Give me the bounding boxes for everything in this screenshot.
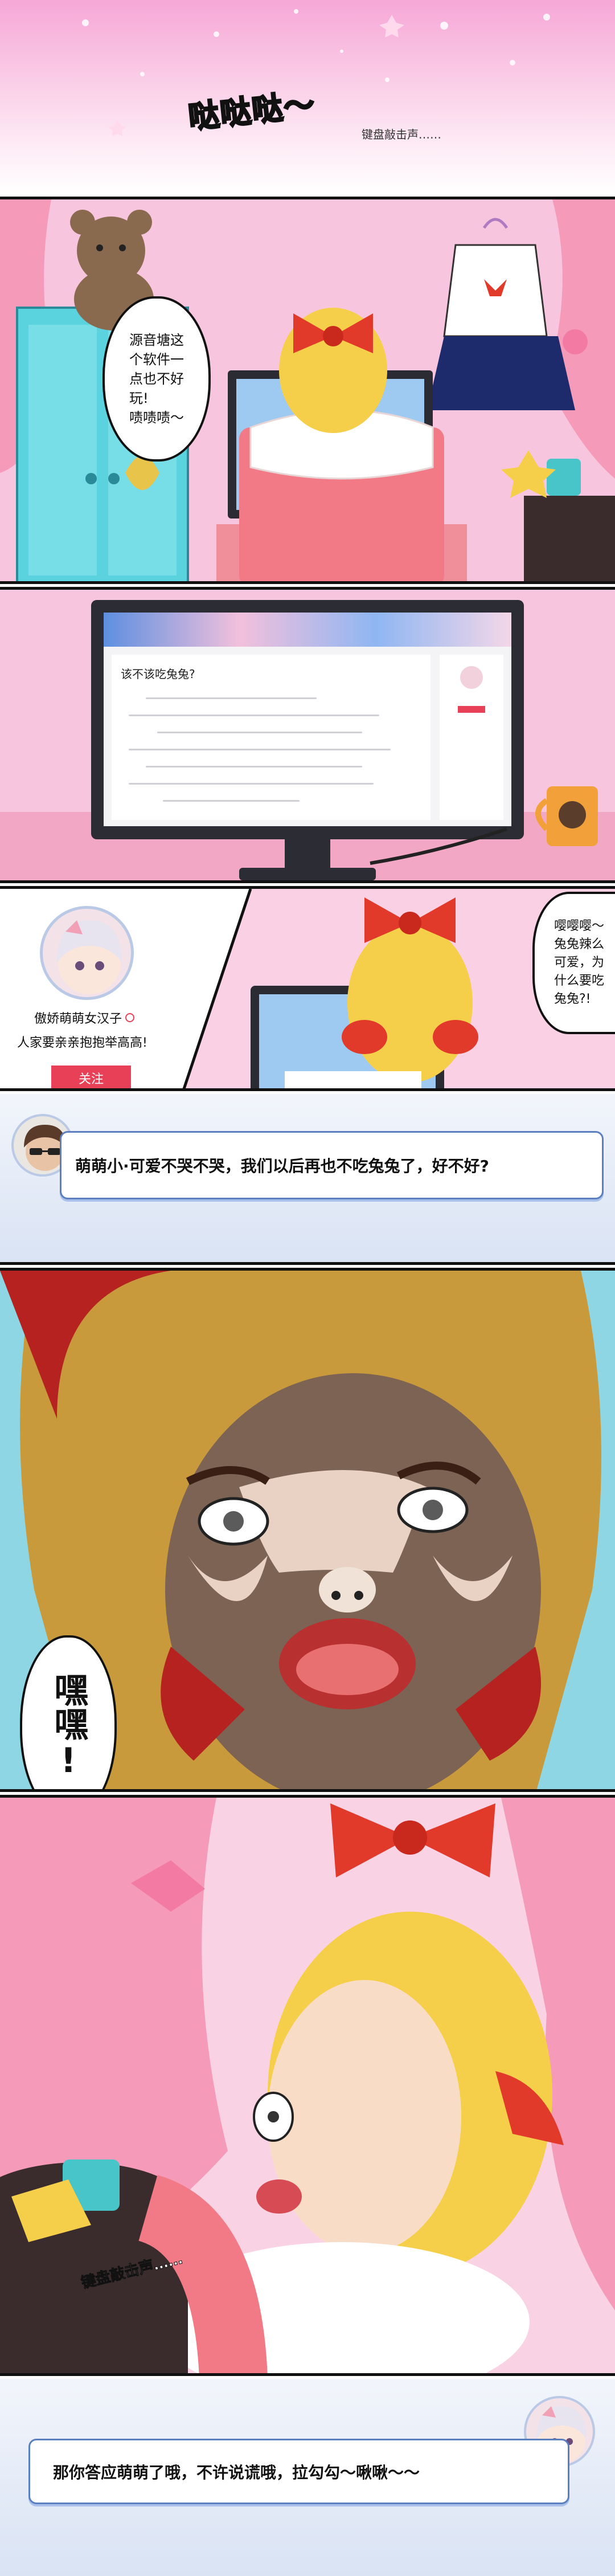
bubble-line: 个软件一 bbox=[129, 352, 184, 368]
chat-message-bubble: 萌萌小·可爱不哭不哭，我们以后再也不吃兔兔了，好不好? bbox=[60, 1131, 604, 1199]
text-line bbox=[163, 800, 300, 802]
question-title: 该不该吃兔兔? bbox=[121, 667, 195, 681]
panel-face-closeup: 嘿嘿! bbox=[0, 1268, 615, 1792]
bubble-text: 源音塘这 个软件一 点也不好 玩! 啧啧啧～ bbox=[129, 330, 184, 427]
text-line bbox=[146, 766, 362, 768]
bubble-line: 啧啧啧～ bbox=[129, 410, 184, 426]
panel-side-typing: 键盘敲击声…… bbox=[0, 1795, 615, 2376]
panel-chat-reply: 萌萌小·可爱不哭不哭，我们以后再也不吃兔兔了，好不好? bbox=[0, 1094, 615, 1265]
text-line bbox=[157, 732, 362, 733]
panel-room: 源音塘这 个软件一 点也不好 玩! 啧啧啧～ bbox=[0, 197, 615, 584]
bubble-line: 什么要吃 bbox=[554, 974, 604, 988]
profile-avatar[interactable] bbox=[40, 906, 134, 1000]
bubble-line: 兔兔辣么 bbox=[554, 937, 604, 952]
room-illustration bbox=[0, 199, 615, 581]
chat-message-text: 那你答应萌萌了哦，不许说谎哦，拉勾勾～啾啾～～ bbox=[53, 2463, 420, 2482]
question-panel: 该不该吃兔兔? bbox=[112, 655, 430, 820]
profile-name: 傲娇萌萌女汉子 bbox=[34, 1009, 135, 1027]
bubble-line: 点也不好 bbox=[129, 371, 184, 387]
browser-banner bbox=[104, 613, 511, 647]
profile-bio: 人家要亲亲抱抱举高高! bbox=[17, 1036, 147, 1050]
bubble-line: 兔兔?! bbox=[554, 992, 591, 1006]
panel-profile: 傲娇萌萌女汉子 人家要亲亲抱抱举高高! 关注 嘤嘤嘤～ 兔兔辣么 可爱，为 什么… bbox=[0, 886, 615, 1091]
chat-message-text: 萌萌小·可爱不哭不哭，我们以后再也不吃兔兔了，好不好? bbox=[75, 1157, 489, 1175]
profile-sidebar bbox=[440, 655, 503, 820]
bubble-line: 可爱，为 bbox=[554, 956, 604, 970]
profile-name-text: 傲娇萌萌女汉子 bbox=[34, 1012, 122, 1026]
speech-bubble-bunny: 嘤嘤嘤～ 兔兔辣么 可爱，为 什么要吃 兔兔?! bbox=[532, 892, 615, 1034]
follow-button[interactable]: 关注 bbox=[51, 1065, 131, 1088]
bubble-line: 嘤嘤嘤～ bbox=[554, 919, 604, 933]
speech-bubble-software-complaint: 源音塘这 个软件一 点也不好 玩! 啧啧啧～ bbox=[102, 296, 211, 462]
text-line bbox=[129, 749, 391, 750]
follow-button-mini bbox=[458, 706, 485, 713]
panel-chat-promise: 那你答应萌萌了哦，不许说谎哦，拉勾勾～啾啾～～ bbox=[0, 2379, 615, 2576]
text-line bbox=[129, 783, 374, 785]
panel-monitor: 该不该吃兔兔? bbox=[0, 587, 615, 883]
avatar-mini bbox=[460, 666, 483, 689]
speech-bubble-hehe: 嘿嘿! bbox=[20, 1635, 117, 1789]
keyboard-caption: 键盘敲击声…… bbox=[362, 128, 441, 141]
bubble-text: 嘿嘿! bbox=[48, 1672, 88, 1781]
bubble-line: 玩! bbox=[129, 390, 149, 406]
bubble-text: 嘤嘤嘤～ 兔兔辣么 可爱，为 什么要吃 兔兔?! bbox=[554, 917, 604, 1009]
panel-typing-sfx: 哒哒哒～ 键盘敲击声…… bbox=[0, 0, 615, 194]
text-line bbox=[146, 697, 317, 699]
chat-message-bubble: 那你答应萌萌了哦，不许说谎哦，拉勾勾～啾啾～～ bbox=[28, 2439, 569, 2504]
text-line bbox=[129, 715, 379, 716]
bubble-line: 源音塘这 bbox=[129, 332, 184, 348]
verified-icon bbox=[125, 1013, 135, 1022]
screen-display: 该不该吃兔兔? bbox=[104, 613, 511, 826]
